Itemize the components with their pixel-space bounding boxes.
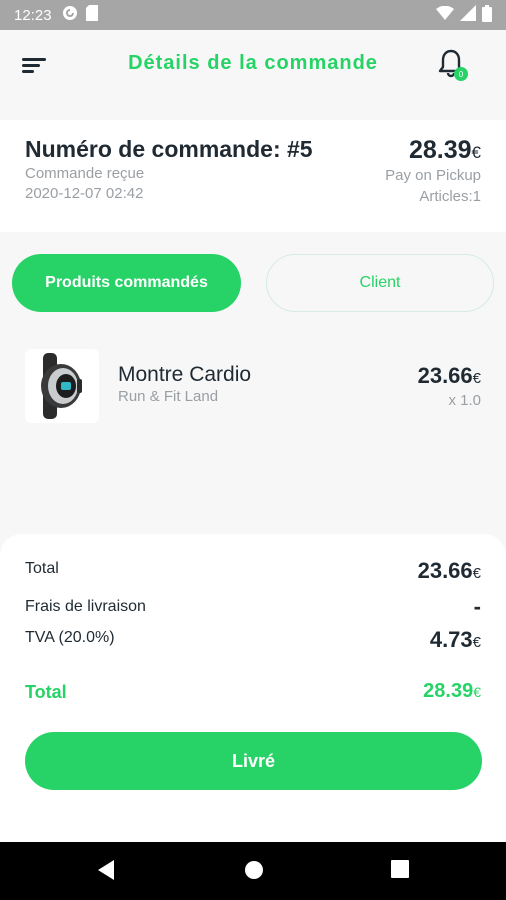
articles-count: Articles:1 [419,188,481,205]
subtotal-amount: 23.66 [417,558,473,583]
currency-symbol: € [472,634,481,651]
delivery-fee-value: - [473,594,481,619]
product-vendor: Run & Fit Land [118,388,219,405]
list-item[interactable]: Montre Cardio Run & Fit Land 23.66€ x 1.… [0,340,506,426]
page-title: Détails de la commande [128,52,378,74]
delivery-fee-label: Frais de livraison [25,598,146,615]
home-button[interactable] [243,859,265,886]
tab-ordered-products[interactable]: Produits commandés [12,254,241,312]
product-image [25,349,99,423]
payment-method: Pay on Pickup [385,167,481,184]
order-summary-card: Numéro de commande: #5 Commande reçue 20… [0,120,506,232]
delivered-button[interactable]: Livré [25,732,482,790]
currency-symbol: € [472,370,481,387]
subtotal-label: Total [25,560,59,577]
sd-card-icon [85,5,98,25]
fitness-watch-image [41,353,82,419]
currency-symbol: € [473,684,481,700]
home-icon [245,861,263,879]
notifications-button[interactable]: 0 [437,48,473,84]
recents-button[interactable] [390,859,410,884]
currency-symbol: € [471,143,481,162]
product-price: 23.66€ [418,363,481,389]
order-total: 28.39€ [409,136,481,165]
cellular-icon [460,5,476,25]
tax-label: TVA (20.0%) [25,629,115,646]
system-nav-bar [0,842,506,900]
battery-icon [482,4,492,26]
product-price-amount: 23.66 [417,363,473,388]
grand-total-label: Total [25,682,67,702]
order-date: 2020-12-07 02:42 [25,185,144,202]
tab-client[interactable]: Client [266,254,494,312]
subtotal-value: 23.66€ [418,558,481,584]
tax-amount: 4.73 [429,627,473,652]
tax-value: 4.73€ [430,627,481,653]
order-totals-panel: Total 23.66€ Frais de livraison - TVA (2… [0,534,506,842]
order-total-amount: 28.39 [408,136,472,164]
currency-symbol: € [472,565,481,582]
notification-badge: 0 [454,67,468,81]
order-number: Numéro de commande: #5 [25,136,313,162]
pocket-casts-icon [62,5,78,25]
product-name: Montre Cardio [118,363,252,386]
grand-total-value: 28.39€ [423,680,481,703]
status-time: 12:23 [14,6,52,24]
recents-icon [391,860,409,878]
order-status: Commande reçue [25,165,145,182]
status-bar: 12:23 [0,0,506,30]
app-bar: Détails de la commande 0 [0,30,506,116]
grand-total-amount: 28.39 [423,680,474,702]
back-icon [98,860,114,880]
wifi-icon [436,5,454,24]
back-button[interactable] [96,859,116,886]
product-quantity: x 1.0 [448,392,481,409]
